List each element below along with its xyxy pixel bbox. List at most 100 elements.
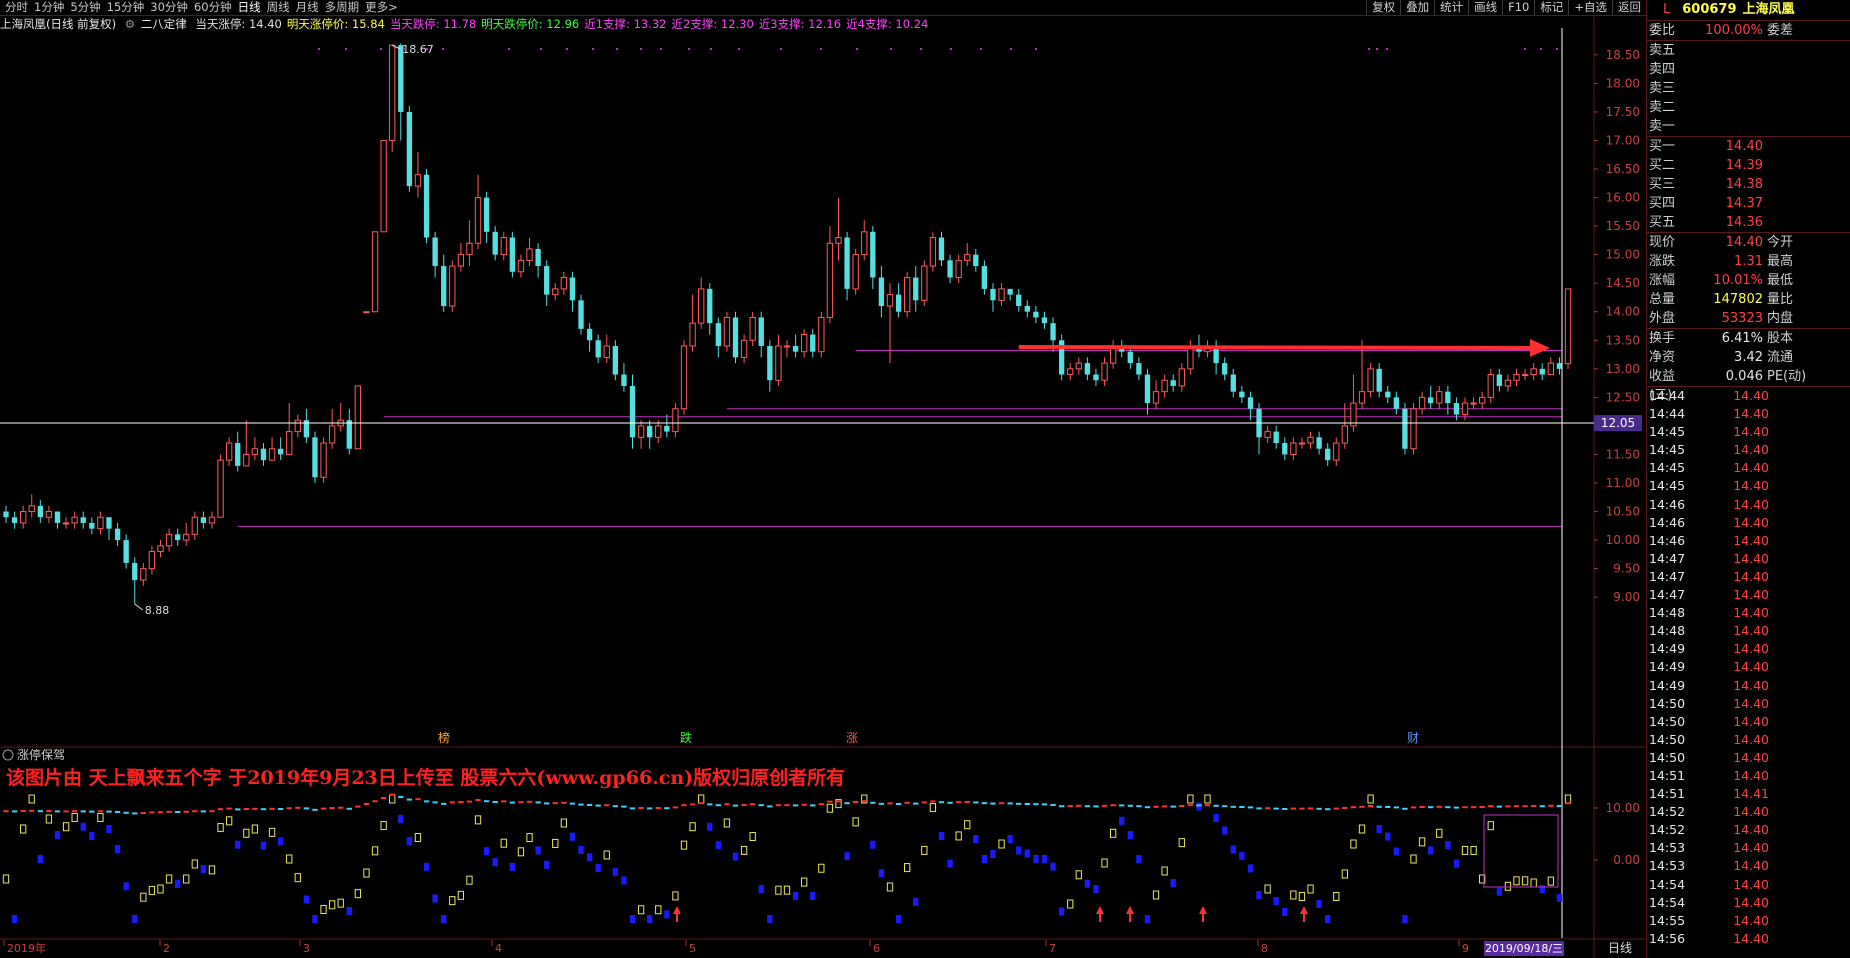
candle-body[interactable] bbox=[998, 288, 1005, 301]
candle-body[interactable] bbox=[1298, 442, 1306, 445]
candle-body[interactable] bbox=[449, 265, 456, 307]
candle-body[interactable] bbox=[913, 277, 919, 301]
candle-body[interactable] bbox=[1479, 396, 1486, 404]
stock-name[interactable]: 上海凤凰 bbox=[1743, 0, 1795, 20]
candle-body[interactable] bbox=[1136, 363, 1142, 375]
candle-body[interactable] bbox=[1436, 391, 1443, 404]
candle-body[interactable] bbox=[1290, 442, 1297, 455]
candle-body[interactable] bbox=[861, 231, 868, 256]
candle-body[interactable] bbox=[1033, 311, 1039, 318]
buy-row[interactable]: 买四 14.37 bbox=[1647, 194, 1850, 213]
candle-body[interactable] bbox=[277, 448, 284, 455]
chart-canvas[interactable]: 18.50 18.00 17.50 17.00 16.50 16.00 15.50 15.00… bbox=[0, 0, 1646, 958]
candle-body[interactable] bbox=[483, 197, 490, 232]
candle-body[interactable] bbox=[637, 425, 645, 438]
candle-body[interactable] bbox=[698, 288, 705, 324]
candle-body[interactable] bbox=[886, 294, 894, 307]
candle-body[interactable] bbox=[346, 420, 352, 449]
candle-body[interactable] bbox=[535, 248, 541, 267]
candle-body[interactable] bbox=[1075, 362, 1082, 370]
candle-body[interactable] bbox=[629, 385, 636, 438]
candle-body[interactable] bbox=[903, 276, 911, 313]
candle-body[interactable] bbox=[45, 511, 53, 518]
candle-body[interactable] bbox=[929, 237, 937, 267]
candle-body[interactable] bbox=[578, 300, 584, 329]
candle-body[interactable] bbox=[37, 505, 43, 518]
candle-body[interactable] bbox=[707, 288, 713, 324]
sell-row[interactable]: 卖三 bbox=[1647, 79, 1850, 98]
candle-body[interactable] bbox=[647, 425, 653, 438]
candle-body[interactable] bbox=[1170, 380, 1176, 386]
candle-body[interactable] bbox=[1385, 391, 1391, 398]
candle-body[interactable] bbox=[723, 316, 731, 347]
sell-row[interactable]: 卖一 bbox=[1647, 117, 1850, 136]
candle-body[interactable] bbox=[191, 516, 198, 535]
candle-body[interactable] bbox=[990, 288, 996, 301]
buy-row[interactable]: 买三 14.38 bbox=[1647, 175, 1850, 194]
candle-body[interactable] bbox=[955, 259, 962, 278]
candle-body[interactable] bbox=[1453, 403, 1460, 415]
candle-body[interactable] bbox=[758, 317, 764, 346]
candle-body[interactable] bbox=[286, 431, 293, 455]
candle-body[interactable] bbox=[767, 345, 773, 381]
candle-body[interactable] bbox=[1239, 391, 1245, 398]
candle-body[interactable] bbox=[1187, 345, 1194, 370]
candle-body[interactable] bbox=[1504, 379, 1512, 387]
candle-body[interactable] bbox=[1050, 323, 1056, 341]
candle-body[interactable] bbox=[526, 248, 533, 261]
candle-body[interactable] bbox=[1093, 374, 1099, 381]
candle-body[interactable] bbox=[689, 322, 696, 347]
candle-body[interactable] bbox=[1178, 368, 1185, 387]
candle-body[interactable] bbox=[1496, 374, 1503, 386]
candle-body[interactable] bbox=[268, 448, 276, 461]
candle-body[interactable] bbox=[1556, 363, 1563, 369]
candle-body[interactable] bbox=[71, 516, 78, 524]
candle-body[interactable] bbox=[1084, 363, 1091, 375]
candle-body[interactable] bbox=[406, 111, 413, 187]
candle-body[interactable] bbox=[1564, 288, 1572, 365]
candle-body[interactable] bbox=[818, 316, 825, 353]
candle-body[interactable] bbox=[878, 277, 885, 307]
candle-body[interactable] bbox=[1247, 397, 1254, 409]
candle-body[interactable] bbox=[1445, 391, 1451, 404]
candle-body[interactable] bbox=[544, 266, 550, 295]
candle-body[interactable] bbox=[1521, 374, 1529, 377]
candle-body[interactable] bbox=[680, 345, 688, 410]
candle-body[interactable] bbox=[225, 442, 233, 461]
candle-body[interactable] bbox=[1024, 306, 1030, 312]
candle-body[interactable] bbox=[938, 237, 945, 261]
candle-body[interactable] bbox=[157, 545, 164, 552]
candle-body[interactable] bbox=[1230, 374, 1236, 392]
candle-body[interactable] bbox=[432, 237, 438, 267]
candle-body[interactable] bbox=[500, 237, 507, 256]
candle-body[interactable] bbox=[835, 237, 842, 244]
candle-body[interactable] bbox=[964, 254, 971, 261]
candle-body[interactable] bbox=[852, 254, 859, 290]
candle-body[interactable] bbox=[1264, 431, 1271, 438]
candle-body[interactable] bbox=[783, 345, 791, 348]
sell-row[interactable]: 卖二 bbox=[1647, 98, 1850, 117]
candle-body[interactable] bbox=[3, 511, 9, 518]
candle-body[interactable] bbox=[294, 419, 301, 433]
candle-body[interactable] bbox=[114, 528, 121, 541]
candle-body[interactable] bbox=[1418, 396, 1426, 410]
candle-body[interactable] bbox=[1127, 351, 1133, 364]
candle-body[interactable] bbox=[1101, 362, 1108, 381]
candle-body[interactable] bbox=[1273, 431, 1279, 444]
candle-body[interactable] bbox=[140, 568, 147, 581]
candle-body[interactable] bbox=[474, 197, 482, 244]
candle-body[interactable] bbox=[389, 44, 396, 141]
candle-body[interactable] bbox=[560, 276, 568, 290]
candle-body[interactable] bbox=[844, 237, 850, 289]
candle-body[interactable] bbox=[371, 231, 379, 313]
candle-body[interactable] bbox=[1393, 397, 1400, 409]
candle-body[interactable] bbox=[715, 323, 722, 346]
candle-body[interactable] bbox=[612, 345, 619, 375]
candle-body[interactable] bbox=[28, 505, 35, 513]
candle-body[interactable] bbox=[509, 237, 516, 272]
candle-body[interactable] bbox=[1144, 374, 1151, 404]
candle-body[interactable] bbox=[466, 242, 473, 256]
candle-body[interactable] bbox=[132, 562, 138, 581]
candle-body[interactable] bbox=[672, 408, 679, 433]
candle-body[interactable] bbox=[870, 231, 876, 278]
